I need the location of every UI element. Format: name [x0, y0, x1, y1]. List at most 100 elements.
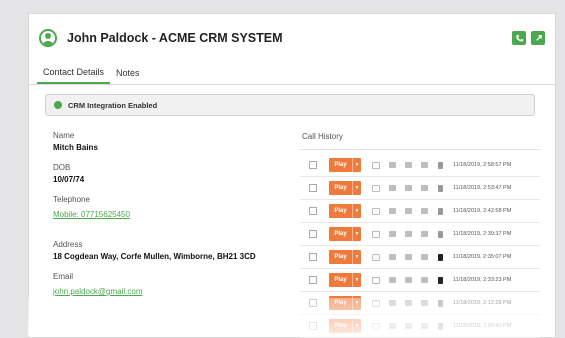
row-checkbox[interactable] [309, 322, 317, 330]
chevron-down-icon[interactable]: ▼ [353, 277, 361, 283]
call-timestamp: 11/18/2019, 2:35:07 PM [453, 254, 512, 260]
delete-icon[interactable] [438, 322, 443, 330]
play-button[interactable]: Play ▼ [329, 319, 361, 333]
transcript-icon[interactable] [389, 277, 396, 283]
play-button[interactable]: Play ▼ [329, 296, 361, 310]
banner-text: CRM Integration Enabled [68, 100, 158, 110]
play-label: Play [334, 162, 347, 168]
call-history-row: Play ▼ 11/18/2019, 2:12:28 PM [300, 292, 540, 315]
chat-icon[interactable] [405, 162, 412, 168]
delete-icon[interactable] [438, 207, 443, 215]
external-link-icon [535, 34, 542, 41]
tag-icon[interactable] [421, 254, 428, 260]
play-label: Play [334, 277, 347, 283]
telephone-field: Telephone Mobile: 07715625450 [53, 195, 293, 222]
tag-icon[interactable] [421, 300, 428, 306]
screen-icon[interactable] [372, 299, 380, 307]
tag-icon[interactable] [421, 277, 428, 283]
transcript-icon[interactable] [389, 185, 396, 191]
tag-icon[interactable] [421, 323, 428, 329]
delete-icon[interactable] [438, 276, 443, 284]
call-history-divider [300, 149, 540, 150]
call-timestamp: 11/18/2019, 2:42:58 PM [453, 208, 512, 214]
call-history-row: Play ▼ 11/18/2019, 2:53:47 PM [300, 177, 540, 200]
row-checkbox[interactable] [309, 184, 317, 192]
tag-icon[interactable] [421, 185, 428, 191]
transcript-icon[interactable] [389, 231, 396, 237]
delete-icon[interactable] [438, 161, 443, 169]
call-timestamp: 11/18/2019, 2:12:28 PM [453, 300, 512, 306]
email-label: Email [53, 272, 74, 281]
row-checkbox[interactable] [309, 207, 317, 215]
transcript-icon[interactable] [389, 300, 396, 306]
chat-icon[interactable] [405, 208, 412, 214]
address-field: Address 18 Cogdean Way, Corfe Mullen, Wi… [53, 240, 293, 261]
row-checkbox[interactable] [309, 299, 317, 307]
name-label: Name [53, 131, 75, 140]
chat-icon[interactable] [405, 300, 412, 306]
phone-icon [515, 34, 523, 41]
title-bar: John Paldock - ACME CRM SYSTEM [29, 14, 555, 62]
chevron-down-icon[interactable]: ▼ [353, 231, 361, 237]
call-history-row: Play ▼ 11/18/2019, 2:33:23 PM [300, 269, 540, 292]
call-history-row: Play ▼ 11/18/2019, 2:39:37 PM [300, 223, 540, 246]
chat-icon[interactable] [405, 277, 412, 283]
transcript-icon[interactable] [389, 208, 396, 214]
screen-icon[interactable] [372, 322, 380, 330]
phone-button[interactable] [512, 31, 526, 45]
play-button[interactable]: Play ▼ [329, 158, 361, 172]
transcript-icon[interactable] [389, 323, 396, 329]
play-label: Play [334, 231, 347, 237]
title-actions [512, 31, 545, 45]
delete-icon[interactable] [438, 299, 443, 307]
transcript-icon[interactable] [389, 162, 396, 168]
chevron-down-icon[interactable]: ▼ [353, 162, 361, 168]
chevron-down-icon[interactable]: ▼ [353, 323, 361, 329]
screen-icon[interactable] [372, 253, 380, 261]
screen-icon[interactable] [372, 276, 380, 284]
chevron-down-icon[interactable]: ▼ [353, 300, 361, 306]
chat-icon[interactable] [405, 254, 412, 260]
email-link[interactable]: john.paldock@gmail.com [53, 287, 143, 296]
email-field: Email john.paldock@gmail.com [53, 272, 293, 299]
call-history-row: Play ▼ 11/18/2019, 2:09:40 PM [300, 315, 540, 338]
row-checkbox[interactable] [309, 230, 317, 238]
external-link-button[interactable] [531, 31, 545, 45]
chevron-down-icon[interactable]: ▼ [353, 208, 361, 214]
chevron-down-icon[interactable]: ▼ [353, 185, 361, 191]
row-checkbox[interactable] [309, 276, 317, 284]
chevron-down-icon[interactable]: ▼ [353, 254, 361, 260]
screen-icon[interactable] [372, 207, 380, 215]
screen-icon[interactable] [372, 230, 380, 238]
play-button[interactable]: Play ▼ [329, 181, 361, 195]
play-button[interactable]: Play ▼ [329, 204, 361, 218]
play-button[interactable]: Play ▼ [329, 273, 361, 287]
play-button[interactable]: Play ▼ [329, 250, 361, 264]
tab-contact-details[interactable]: Contact Details [37, 62, 111, 84]
chat-icon[interactable] [405, 185, 412, 191]
row-checkbox[interactable] [309, 161, 317, 169]
screen-icon[interactable] [372, 184, 380, 192]
tag-icon[interactable] [421, 162, 428, 168]
transcript-icon[interactable] [389, 254, 396, 260]
tag-icon[interactable] [421, 231, 428, 237]
row-checkbox[interactable] [309, 253, 317, 261]
play-label: Play [334, 254, 347, 260]
play-label: Play [334, 208, 347, 214]
telephone-label: Telephone [53, 195, 90, 204]
name-value: Mitch Bains [53, 143, 98, 152]
delete-icon[interactable] [438, 230, 443, 238]
tab-notes[interactable]: Notes [110, 62, 146, 84]
call-history-panel: Call History Play ▼ 11/18/2019, 2:58:57 PM… [300, 128, 540, 338]
chat-icon[interactable] [405, 323, 412, 329]
call-history-row: Play ▼ 11/18/2019, 2:58:57 PM [300, 154, 540, 177]
call-timestamp: 11/18/2019, 2:09:40 PM [453, 323, 512, 329]
chat-icon[interactable] [405, 231, 412, 237]
play-label: Play [334, 300, 347, 306]
delete-icon[interactable] [438, 253, 443, 261]
tag-icon[interactable] [421, 208, 428, 214]
telephone-link[interactable]: Mobile: 07715625450 [53, 210, 130, 219]
delete-icon[interactable] [438, 184, 443, 192]
play-button[interactable]: Play ▼ [329, 227, 361, 241]
screen-icon[interactable] [372, 161, 380, 169]
